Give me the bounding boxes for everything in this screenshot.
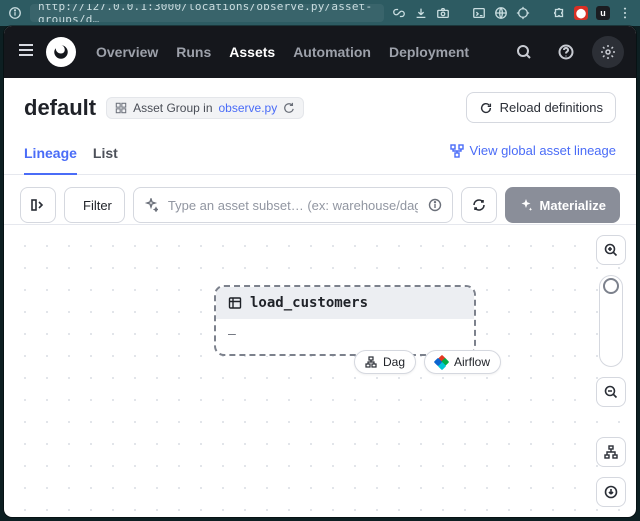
top-nav-tabs: Overview Runs Assets Automation Deployme…	[96, 44, 469, 60]
page-title: default	[24, 95, 96, 121]
asset-subset-input[interactable]	[166, 197, 420, 214]
export-button[interactable]	[596, 477, 626, 507]
tab-assets[interactable]: Assets	[229, 44, 275, 60]
zoom-slider-thumb[interactable]	[603, 278, 619, 294]
brand-logo[interactable]	[46, 37, 76, 67]
info-icon[interactable]	[428, 198, 442, 212]
asset-node-tags: Dag Airflow	[354, 350, 501, 374]
settings-button[interactable]	[592, 36, 624, 68]
extension-badge-1[interactable]: ⬤	[574, 6, 588, 20]
subtabs-row: Lineage List View global asset lineage	[4, 131, 636, 175]
asset-icon	[228, 296, 242, 310]
asset-node-load-customers[interactable]: load_customers –	[214, 285, 476, 356]
refresh-graph-button[interactable]	[461, 187, 497, 223]
browser-right-icons: ⬤ u	[414, 6, 632, 20]
kebab-icon[interactable]	[618, 6, 632, 20]
browser-chrome-bar: http://127.0.0.1:3000/locations/observe.…	[0, 0, 640, 26]
top-nav: Overview Runs Assets Automation Deployme…	[4, 26, 636, 78]
asset-group-chip[interactable]: Asset Group in observe.py	[106, 97, 304, 119]
tag-dag-label: Dag	[383, 355, 405, 369]
filter-button[interactable]: Filter	[64, 187, 125, 223]
zoom-in-button[interactable]	[596, 235, 626, 265]
tag-dag[interactable]: Dag	[354, 350, 416, 374]
panel-toggle-button[interactable]	[20, 187, 56, 223]
globe-icon[interactable]	[494, 6, 508, 20]
global-link-label: View global asset lineage	[470, 143, 616, 158]
dag-icon	[365, 356, 377, 368]
airflow-icon	[435, 356, 448, 369]
page-header: default Asset Group in observe.py Reload…	[4, 78, 636, 131]
materialize-label: Materialize	[540, 198, 606, 213]
asset-node-title: load_customers	[250, 295, 368, 311]
lineage-icon	[450, 144, 464, 158]
zoom-out-button[interactable]	[596, 377, 626, 407]
help-button[interactable]	[550, 36, 582, 68]
tab-runs[interactable]: Runs	[176, 44, 211, 60]
info-icon	[8, 6, 22, 20]
zoom-controls-top	[596, 235, 626, 407]
canvas-bottom-controls	[596, 437, 626, 507]
reload-label: Reload definitions	[500, 100, 603, 115]
asset-node-body: –	[216, 319, 474, 354]
browser-url[interactable]: http://127.0.0.1:3000/locations/observe.…	[30, 4, 384, 22]
tab-overview[interactable]: Overview	[96, 44, 158, 60]
crosshair-icon[interactable]	[516, 6, 530, 20]
refresh-icon[interactable]	[283, 102, 295, 114]
asset-subset-search[interactable]	[133, 187, 453, 223]
camera-icon[interactable]	[436, 6, 450, 20]
sparkle-icon	[144, 198, 158, 212]
subtab-list[interactable]: List	[93, 137, 118, 174]
materialize-button[interactable]: Materialize	[505, 187, 620, 223]
subtab-lineage[interactable]: Lineage	[24, 137, 77, 175]
subtabs: Lineage List	[24, 137, 118, 174]
url-text: http://127.0.0.1:3000/locations/observe.…	[38, 4, 376, 22]
tab-deployment[interactable]: Deployment	[389, 44, 469, 60]
group-icon	[115, 102, 127, 114]
reload-icon	[479, 101, 493, 115]
tag-airflow[interactable]: Airflow	[424, 350, 501, 374]
tag-airflow-label: Airflow	[454, 355, 490, 369]
download-icon[interactable]	[414, 6, 428, 20]
menu-button[interactable]	[16, 40, 36, 65]
link-icon[interactable]	[392, 6, 406, 20]
layout-button[interactable]	[596, 437, 626, 467]
app-window: Overview Runs Assets Automation Deployme…	[4, 26, 636, 517]
extension-badge-2[interactable]: u	[596, 6, 610, 20]
sparkle-icon	[519, 198, 533, 212]
reload-definitions-button[interactable]: Reload definitions	[466, 92, 616, 123]
chip-file-link[interactable]: observe.py	[219, 101, 278, 115]
terminal-icon[interactable]	[472, 6, 486, 20]
chip-prefix: Asset Group in	[133, 101, 212, 115]
lineage-canvas[interactable]: load_customers – Dag Airflow	[4, 224, 636, 517]
tab-automation[interactable]: Automation	[293, 44, 371, 60]
puzzle-icon[interactable]	[552, 6, 566, 20]
search-button[interactable]	[508, 36, 540, 68]
view-global-lineage-link[interactable]: View global asset lineage	[450, 143, 616, 168]
filter-label: Filter	[83, 198, 112, 213]
zoom-slider[interactable]	[599, 275, 623, 367]
